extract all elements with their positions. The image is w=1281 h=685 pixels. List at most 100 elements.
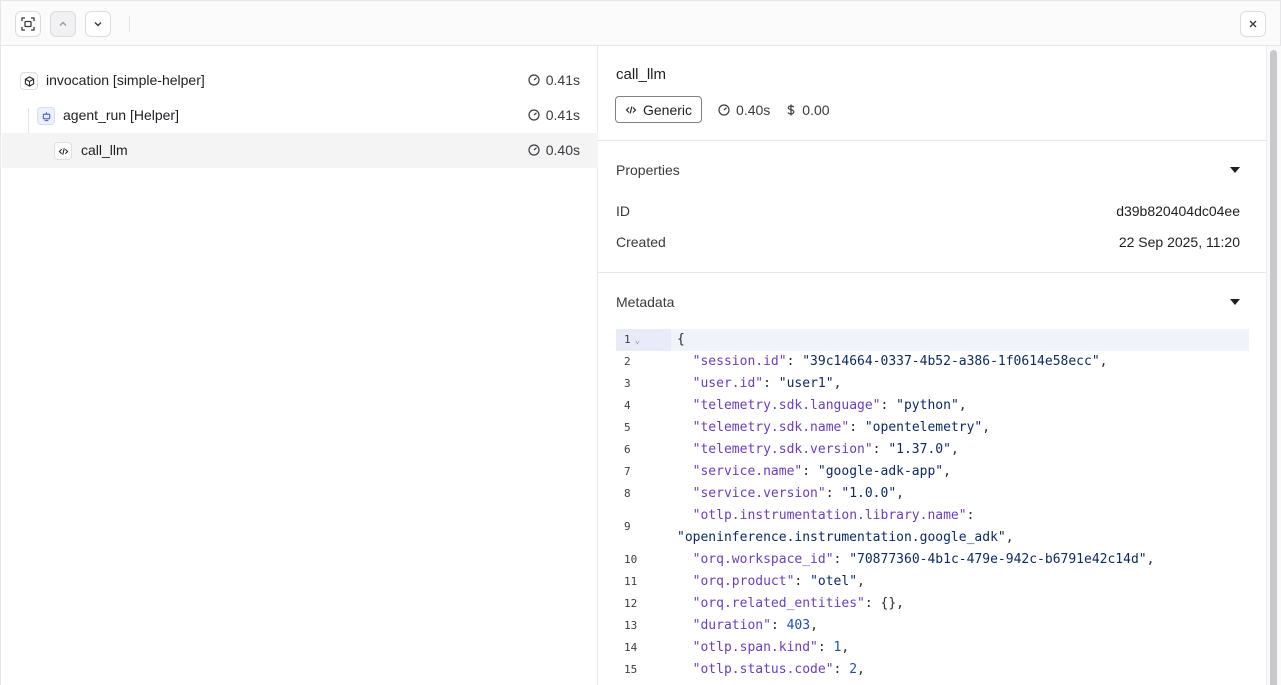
json-colon: :: [817, 640, 834, 655]
json-value: "39c14664-0337-4b52-a386-1f0614e58ecc": [802, 354, 1100, 369]
json-colon: :: [763, 376, 779, 391]
top-toolbar: [0, 0, 1281, 46]
gauge-icon: [528, 74, 540, 86]
tree-row-duration: 0.41s: [528, 72, 580, 88]
code-text: "otlp.span.kind": 1,: [677, 637, 850, 659]
line-number: 6: [624, 443, 631, 456]
scrollbar-thumb[interactable]: [1270, 50, 1277, 685]
id-value: d39b820404dc04ee: [1116, 203, 1240, 219]
dollar-icon: [787, 104, 795, 115]
generic-badge: [54, 142, 72, 160]
json-value: "openinference.instrumentation.google_ad…: [677, 530, 1006, 545]
code-line: 12 "orq.related_entities": {},: [616, 593, 1249, 615]
code-text: "service.version": "1.0.0",: [677, 483, 904, 505]
json-key: "orq.related_entities": [692, 596, 865, 611]
metadata-heading[interactable]: Metadata: [616, 294, 674, 310]
code-icon: [58, 147, 68, 155]
line-number: 15: [624, 663, 638, 676]
json-comma: ,: [958, 398, 967, 413]
json-value: "1.37.0": [888, 442, 951, 457]
json-value: "python": [896, 398, 959, 413]
line-number: 14: [624, 641, 638, 654]
fold-chevron-icon[interactable]: ⌄: [635, 336, 640, 346]
json-comma: ,: [857, 662, 865, 677]
json-comma: ,: [943, 464, 951, 479]
json-colon: :: [786, 354, 803, 369]
json-comma: ,: [1099, 354, 1108, 369]
json-key: "telemetry.sdk.name": [692, 420, 850, 435]
trace-tree-panel: invocation [simple-helper] 0.41s agent_r…: [0, 46, 598, 685]
span-type-chip[interactable]: Generic: [615, 96, 703, 123]
tree-row-agent-run[interactable]: agent_run [Helper] 0.41s: [2, 98, 598, 133]
code-text: {: [677, 329, 685, 351]
json-key: "otlp.instrumentation.library.name": [692, 508, 967, 523]
properties-heading[interactable]: Properties: [616, 162, 680, 178]
line-number: 12: [624, 597, 638, 610]
code-text: "orq.workspace_id": "70877360-4b1c-479e-…: [677, 549, 1155, 571]
line-number: 9: [624, 520, 631, 533]
json-comma: ,: [1146, 552, 1155, 567]
json-value: "1.0.0": [841, 486, 897, 501]
duration-value: 0.41s: [545, 107, 580, 123]
focus-button[interactable]: [15, 11, 41, 37]
json-comma: ,: [833, 376, 842, 391]
span-cost: 0.00: [786, 102, 830, 118]
json-brace: {: [677, 332, 685, 347]
json-colon: :: [864, 596, 881, 611]
properties-collapse-caret-icon[interactable]: [1230, 167, 1240, 173]
json-colon: :: [770, 618, 787, 633]
tree-row-invocation[interactable]: invocation [simple-helper] 0.41s: [2, 63, 598, 98]
tree-row-duration: 0.40s: [528, 142, 580, 158]
code-text: "telemetry.sdk.version": "1.37.0",: [677, 439, 959, 461]
json-value: "opentelemetry": [864, 420, 983, 435]
code-line: 13 "duration": 403,: [616, 615, 1249, 637]
tree-row-call-llm[interactable]: call_llm 0.40s: [2, 133, 598, 168]
next-span-button[interactable]: [85, 11, 111, 37]
code-line: 4 "telemetry.sdk.language": "python",: [616, 395, 1249, 417]
code-text: "service.name": "google-adk-app",: [677, 461, 951, 483]
span-title: call_llm: [616, 66, 667, 83]
chevron-up-icon: [59, 21, 67, 26]
divider: [598, 140, 1266, 141]
tree-row-label: call_llm: [81, 142, 128, 158]
line-number: 3: [624, 377, 631, 390]
metadata-json-viewer[interactable]: 1 ⌄ {2 "session.id": "39c14664-0337-4b52-a…: [616, 329, 1249, 681]
json-colon: :: [802, 464, 818, 479]
json-key: "duration": [692, 618, 771, 633]
line-number: 8: [624, 487, 631, 500]
code-line: 5 "telemetry.sdk.name": "opentelemetry",: [616, 417, 1249, 439]
json-colon: :: [833, 662, 850, 677]
tree-row-label: invocation [simple-helper]: [46, 72, 205, 88]
toolbar-divider: [129, 16, 130, 32]
json-colon: :: [794, 574, 811, 589]
code-text: "telemetry.sdk.language": "python",: [677, 395, 967, 417]
line-number: 1 ⌄: [616, 329, 671, 351]
span-detail-panel: call_llm Generic 0.40s 0.00 Properties I…: [598, 46, 1281, 685]
json-key: "otlp.status.code": [692, 662, 834, 677]
json-comma: ,: [857, 574, 865, 589]
json-colon: :: [872, 442, 889, 457]
code-line: 8 "service.version": "1.0.0",: [616, 483, 1249, 505]
chevron-down-icon: [94, 22, 102, 27]
json-value: "otel": [810, 574, 858, 589]
code-line: 9 "otlp.instrumentation.library.name": "…: [616, 505, 1249, 549]
json-key: "otlp.span.kind": [692, 640, 818, 655]
scrollbar[interactable]: [1266, 46, 1281, 685]
json-key: "orq.product": [692, 574, 795, 589]
json-value: "70877360-4b1c-479e-942c-b6791e42c14d": [849, 552, 1147, 567]
previous-span-button[interactable]: [50, 11, 76, 37]
divider: [598, 272, 1266, 273]
code-text: "otlp.status.code": 2,: [677, 659, 865, 681]
json-colon: :: [849, 420, 865, 435]
json-comma: ,: [982, 420, 991, 435]
close-button[interactable]: [1240, 11, 1266, 37]
code-text: "otlp.instrumentation.library.name": "op…: [677, 505, 1014, 549]
json-value: 403: [786, 618, 811, 633]
line-number: 7: [624, 465, 631, 478]
json-key: "service.name": [692, 464, 803, 479]
invocation-badge: [20, 72, 38, 90]
json-key: "service.version": [692, 486, 826, 501]
cube-icon: [24, 75, 34, 87]
metadata-collapse-caret-icon[interactable]: [1230, 299, 1240, 305]
json-colon: :: [880, 398, 897, 413]
